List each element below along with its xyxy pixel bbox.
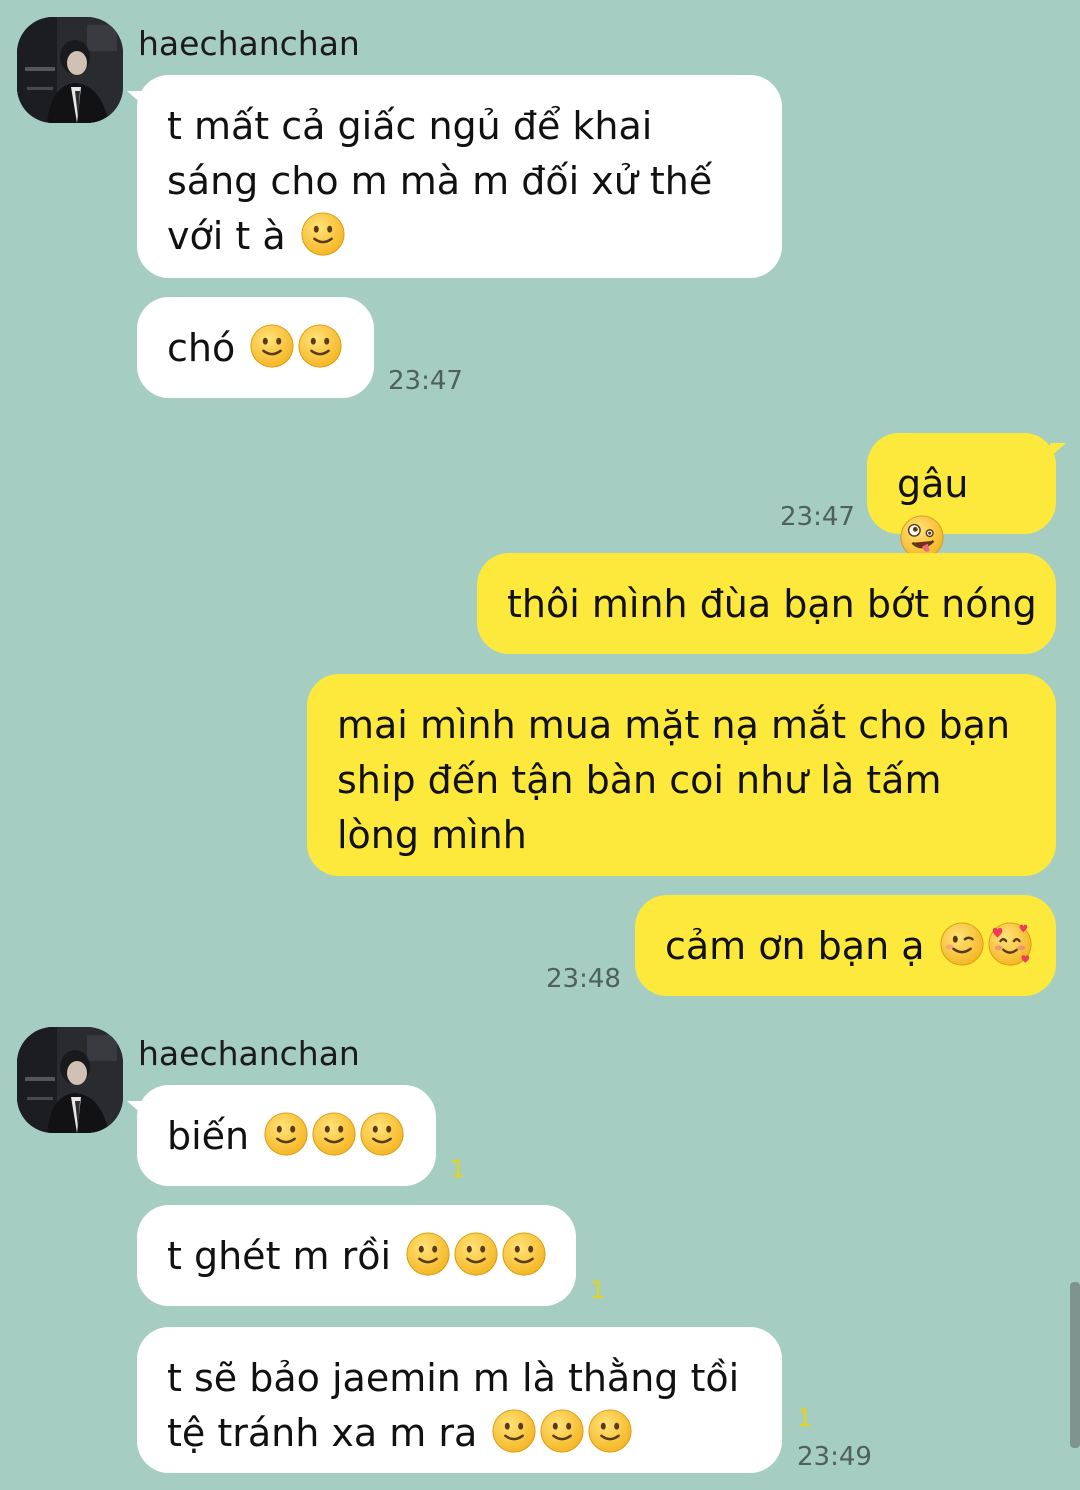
slightly-smiling-face-icon: [297, 323, 343, 369]
smiling-face-with-hearts-icon: [987, 921, 1033, 967]
slightly-smiling-face-icon: [501, 1231, 547, 1277]
message-time: 23:48: [546, 964, 621, 994]
slightly-smiling-face-icon: [263, 1111, 309, 1157]
slightly-smiling-face-icon: [359, 1111, 405, 1157]
slightly-smiling-face-icon: [453, 1231, 499, 1277]
message-time: 23:47: [780, 502, 855, 532]
sender-name: haechanchan: [138, 1034, 360, 1073]
message-text: gâu: [897, 462, 969, 506]
avatar-photo: [17, 1027, 123, 1133]
unread-count: 1: [797, 1404, 813, 1432]
unread-count: 1: [450, 1155, 466, 1183]
unread-count: 1: [590, 1276, 606, 1304]
message-bubble[interactable]: thôi mình đùa bạn bớt nóng: [477, 553, 1056, 654]
slightly-smiling-face-icon: [249, 323, 295, 369]
slightly-smiling-face-icon: [539, 1408, 585, 1454]
contact-avatar[interactable]: [17, 1027, 123, 1133]
message-text: t mất cả giấc ngủ để khai sáng cho m mà …: [167, 104, 713, 258]
slightly-smiling-face-icon: [300, 211, 346, 257]
message-text: chó: [167, 326, 236, 370]
message-time: 23:47: [388, 366, 463, 396]
message-text: biến: [167, 1114, 250, 1158]
message-bubble[interactable]: t sẽ bảo jaemin m là thằng tồi tệ tránh …: [137, 1327, 782, 1473]
message-time: 23:49: [797, 1442, 872, 1472]
message-bubble[interactable]: chó: [137, 297, 374, 398]
scrollbar[interactable]: [1070, 1282, 1080, 1448]
avatar-photo: [17, 17, 123, 123]
message-bubble[interactable]: t mất cả giấc ngủ để khai sáng cho m mà …: [127, 75, 782, 278]
message-bubble[interactable]: biến: [127, 1085, 436, 1186]
winking-face-icon: [939, 921, 985, 967]
message-text: t sẽ bảo jaemin m là thằng tồi tệ tránh …: [167, 1356, 740, 1455]
message-bubble[interactable]: t ghét m rồi: [137, 1205, 576, 1306]
message-text: mai mình mua mặt nạ mắt cho bạn ship đến…: [337, 703, 1011, 857]
slightly-smiling-face-icon: [587, 1408, 633, 1454]
slightly-smiling-face-icon: [311, 1111, 357, 1157]
message-text: cảm ơn bạn ạ: [665, 924, 925, 968]
sender-name: haechanchan: [138, 24, 360, 63]
slightly-smiling-face-icon: [491, 1408, 537, 1454]
message-bubble[interactable]: mai mình mua mặt nạ mắt cho bạn ship đến…: [307, 674, 1056, 876]
message-bubble[interactable]: gâu: [867, 433, 1066, 534]
slightly-smiling-face-icon: [405, 1231, 451, 1277]
message-text: thôi mình đùa bạn bớt nóng: [507, 582, 1037, 626]
contact-avatar[interactable]: [17, 17, 123, 123]
message-text: t ghét m rồi: [167, 1234, 392, 1278]
message-bubble[interactable]: cảm ơn bạn ạ: [635, 895, 1056, 996]
